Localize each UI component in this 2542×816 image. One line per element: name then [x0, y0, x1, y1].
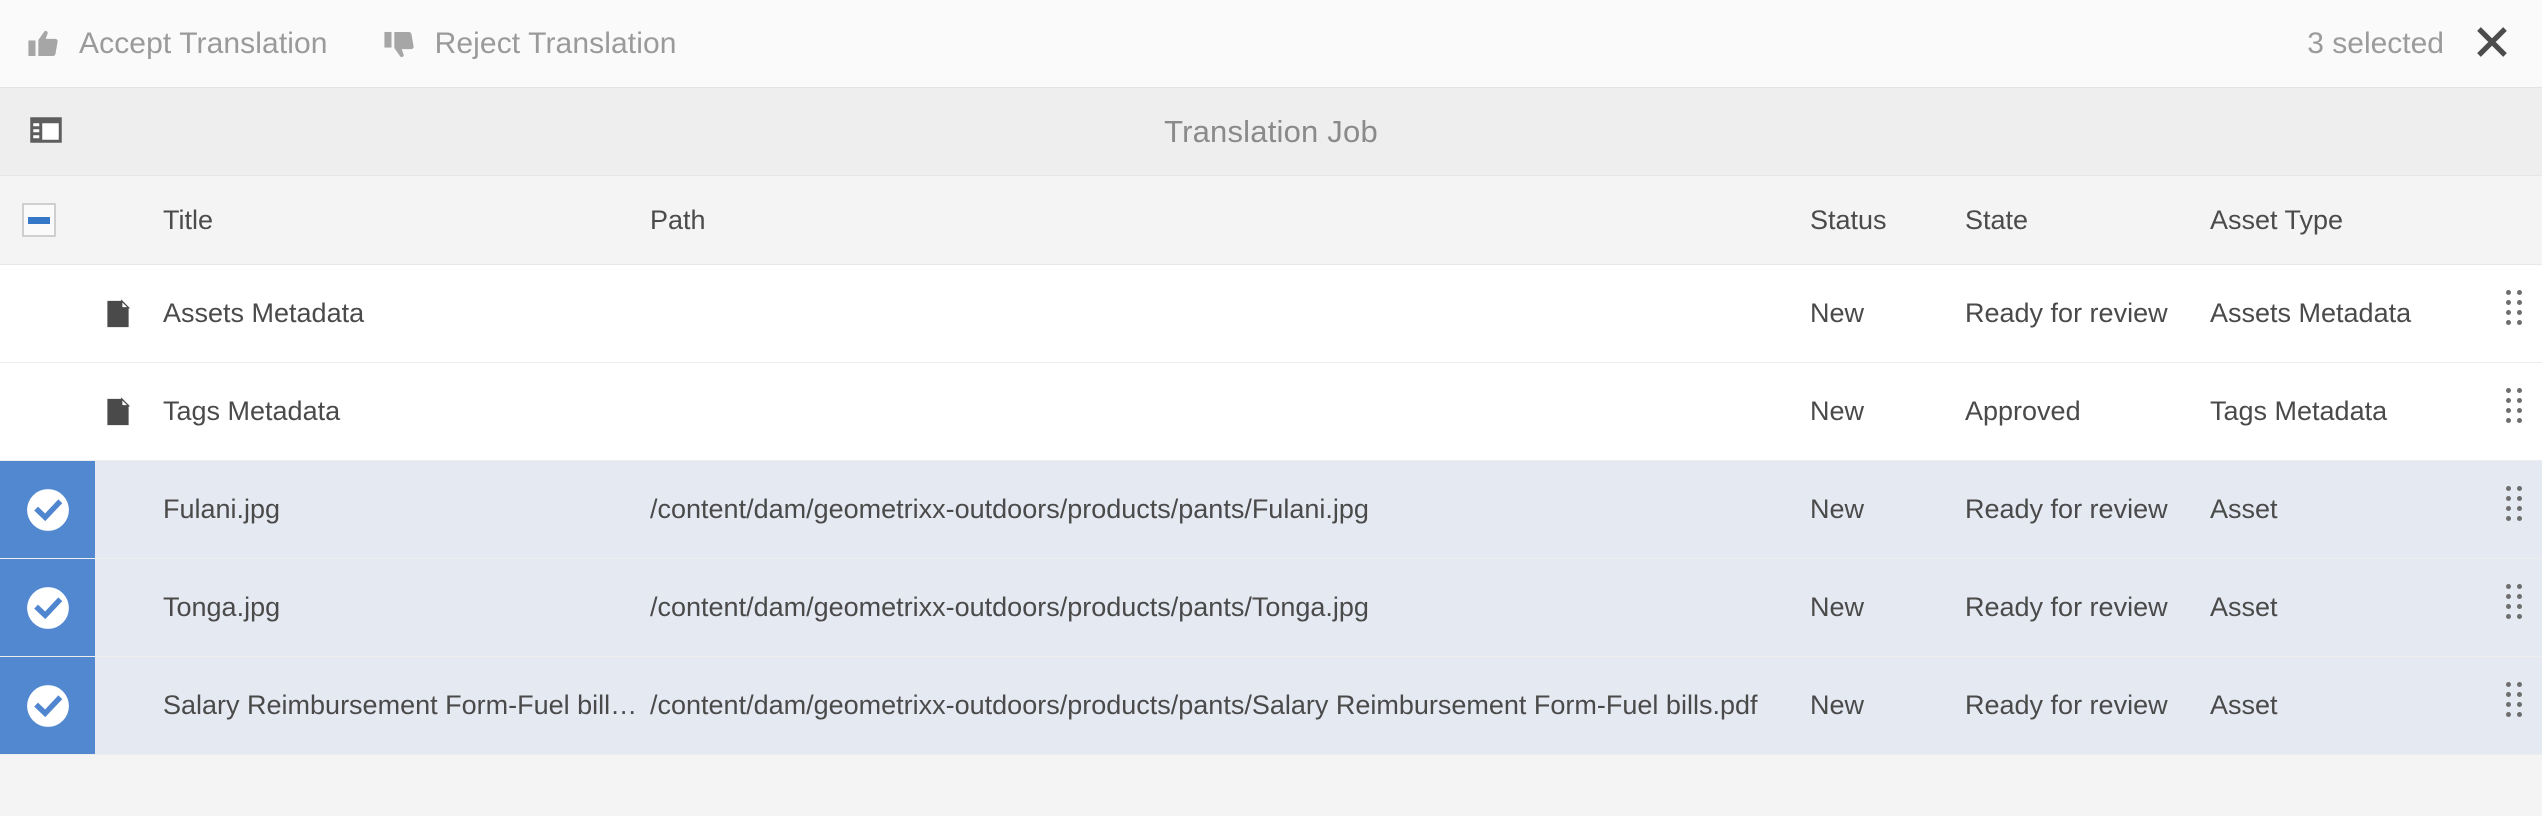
cell-status: New [1810, 558, 1965, 657]
cell-state: Ready for review [1965, 558, 2210, 657]
cell-state: Approved [1965, 362, 2210, 461]
drag-handle-icon[interactable] [2503, 584, 2525, 630]
accept-translation-label: Accept Translation [79, 26, 328, 60]
select-all-cell[interactable] [0, 176, 95, 265]
drag-handle-icon[interactable] [2503, 486, 2525, 532]
cell-status: New [1810, 460, 1965, 559]
cell-path [650, 264, 1810, 363]
drag-handle-icon[interactable] [2503, 682, 2525, 728]
row-actions-cell[interactable] [2485, 558, 2542, 657]
cell-asset-type: Assets Metadata [2210, 264, 2485, 363]
rail-panel-icon [28, 112, 64, 151]
row-title-label: Tonga.jpg [163, 592, 281, 622]
cell-status: New [1810, 656, 1965, 755]
cell-status: New [1810, 264, 1965, 363]
page-title: Translation Job [1164, 113, 1378, 149]
row-actions-cell[interactable] [2485, 460, 2542, 559]
close-icon [2472, 22, 2512, 65]
selected-count-label: 3 selected [2307, 26, 2444, 60]
column-header-asset-type[interactable]: Asset Type [2210, 176, 2485, 265]
translation-job-table: Title Path Status State Asset Type Asset… [0, 176, 2542, 755]
accept-translation-button[interactable]: Accept Translation [26, 21, 342, 67]
row-select-cell[interactable] [0, 264, 95, 363]
row-actions-cell[interactable] [2485, 264, 2542, 363]
cell-title: Tonga.jpg [95, 558, 650, 657]
row-select-cell[interactable] [0, 558, 95, 657]
cell-path: /content/dam/geometrixx-outdoors/product… [650, 460, 1810, 559]
reject-translation-button[interactable]: Reject Translation [382, 21, 691, 67]
column-header-state[interactable]: State [1965, 176, 2210, 265]
row-select-cell[interactable] [0, 460, 95, 559]
thumbs-up-icon [26, 27, 62, 61]
table-row[interactable]: Fulani.jpg/content/dam/geometrixx-outdoo… [0, 460, 2542, 559]
check-circle-icon[interactable] [0, 487, 95, 533]
table-row[interactable]: Assets Metadata New Ready for review Assets… [0, 264, 2542, 363]
cell-asset-type: Asset [2210, 558, 2485, 657]
cell-title: Tags Metadata [95, 362, 650, 461]
table-header-row: Title Path Status State Asset Type [0, 176, 2542, 265]
row-title-label: Assets Metadata [163, 298, 365, 328]
table-bottom-filler [0, 755, 2542, 795]
thumbs-down-icon [382, 27, 418, 61]
document-icon [103, 297, 163, 331]
translation-job-header: Translation Job [0, 88, 2542, 176]
row-title-label: Fulani.jpg [163, 494, 281, 524]
close-selection-button[interactable] [2470, 22, 2514, 66]
table-row[interactable]: Tonga.jpg/content/dam/geometrixx-outdoor… [0, 558, 2542, 657]
cell-status: New [1810, 362, 1965, 461]
cell-path: /content/dam/geometrixx-outdoors/product… [650, 558, 1810, 657]
cell-asset-type: Asset [2210, 656, 2485, 755]
column-header-path[interactable]: Path [650, 176, 1810, 265]
row-title-label: Salary Reimbursement Form-Fuel bills.pdf [163, 690, 650, 720]
row-select-cell[interactable] [0, 362, 95, 461]
cell-path [650, 362, 1810, 461]
cell-path: /content/dam/geometrixx-outdoors/product… [650, 656, 1810, 755]
cell-state: Ready for review [1965, 460, 2210, 559]
cell-state: Ready for review [1965, 264, 2210, 363]
row-actions-cell[interactable] [2485, 656, 2542, 755]
check-circle-icon[interactable] [0, 683, 95, 729]
column-header-status[interactable]: Status [1810, 176, 1965, 265]
drag-handle-icon[interactable] [2503, 290, 2525, 336]
column-header-actions [2485, 176, 2542, 265]
cell-title: Salary Reimbursement Form-Fuel bills.pdf [95, 656, 650, 755]
row-title-label: Tags Metadata [163, 396, 341, 426]
table-header: Title Path Status State Asset Type [0, 176, 2542, 265]
selection-action-bar: Accept Translation Reject Translation 3 … [0, 0, 2542, 88]
drag-handle-icon[interactable] [2503, 388, 2525, 434]
rail-toggle-button[interactable] [26, 112, 66, 152]
table-row[interactable]: Salary Reimbursement Form-Fuel bills.pdf… [0, 656, 2542, 755]
cell-asset-type: Asset [2210, 460, 2485, 559]
row-select-cell[interactable] [0, 656, 95, 755]
cell-title: Assets Metadata [95, 264, 650, 363]
table-body: Assets Metadata New Ready for review Assets… [0, 264, 2542, 755]
document-icon [103, 395, 163, 429]
row-actions-cell[interactable] [2485, 362, 2542, 461]
select-all-checkbox[interactable] [22, 203, 56, 237]
reject-translation-label: Reject Translation [434, 26, 677, 60]
table-row[interactable]: Tags Metadata New Approved Tags Metadata [0, 362, 2542, 461]
cell-state: Ready for review [1965, 656, 2210, 755]
cell-asset-type: Tags Metadata [2210, 362, 2485, 461]
cell-title: Fulani.jpg [95, 460, 650, 559]
column-header-title[interactable]: Title [95, 176, 650, 265]
check-circle-icon[interactable] [0, 585, 95, 631]
